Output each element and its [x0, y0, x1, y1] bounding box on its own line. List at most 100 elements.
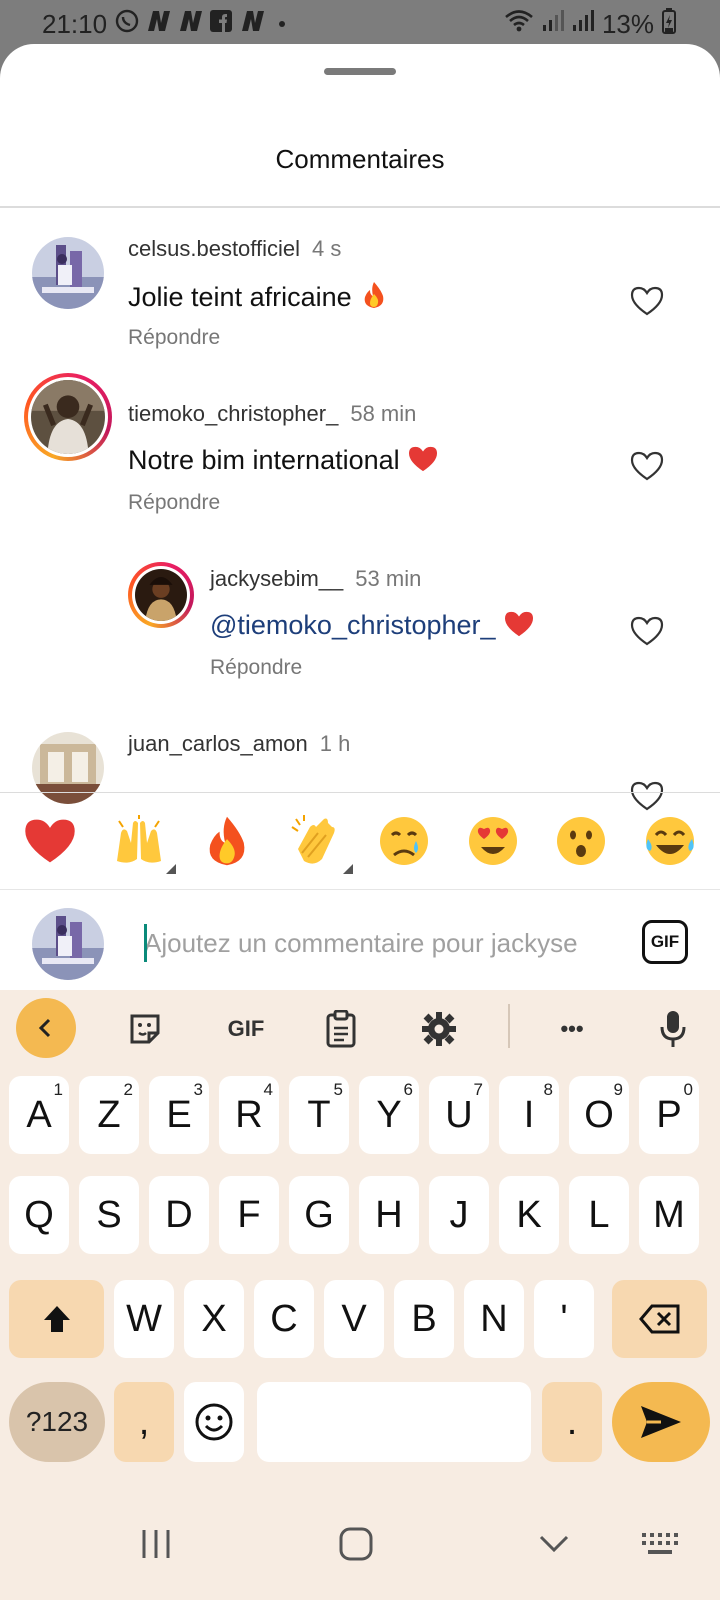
- key-c[interactable]: C: [254, 1280, 314, 1358]
- n-app-icon: [239, 9, 265, 40]
- key-s[interactable]: S: [79, 1176, 139, 1254]
- key-k[interactable]: K: [499, 1176, 559, 1254]
- comment-username[interactable]: celsus.bestofficiel: [128, 236, 300, 261]
- status-bar: 21:10 13%: [0, 0, 720, 48]
- drag-handle[interactable]: [324, 68, 396, 75]
- key-hint: 9: [613, 1080, 623, 1099]
- key-o[interactable]: O9: [569, 1076, 629, 1154]
- red-heart-emoji: [407, 445, 439, 475]
- battery-icon: [662, 7, 676, 41]
- comma-key[interactable]: ,: [114, 1382, 174, 1462]
- comment-time: 1 h: [319, 731, 351, 756]
- key-hint: 6: [403, 1080, 413, 1099]
- avatar[interactable]: [135, 569, 187, 621]
- key-h[interactable]: H: [359, 1176, 419, 1254]
- key-label: U: [445, 1093, 473, 1136]
- like-heart-icon[interactable]: [630, 616, 664, 646]
- key-l[interactable]: L: [569, 1176, 629, 1254]
- comment-text: @tiemoko_christopher_: [210, 610, 535, 641]
- comment-header: celsus.bestofficiel 4 s: [128, 236, 341, 262]
- key-e[interactable]: E3: [149, 1076, 209, 1154]
- comment-username[interactable]: juan_carlos_amon: [128, 731, 308, 756]
- reply-button[interactable]: Répondre: [128, 491, 220, 515]
- n-app-icon: [177, 9, 203, 40]
- key-a[interactable]: A1: [9, 1076, 69, 1154]
- skin-tone-indicator: [165, 864, 176, 874]
- symbols-key[interactable]: ?123: [9, 1382, 105, 1462]
- clapping-hands-emoji-button[interactable]: [285, 810, 353, 874]
- avatar[interactable]: [31, 380, 105, 454]
- key-v[interactable]: V: [324, 1280, 384, 1358]
- backspace-key[interactable]: [612, 1280, 707, 1358]
- key-y[interactable]: Y6: [359, 1076, 419, 1154]
- comment-body: Jolie teint africaine: [128, 282, 352, 312]
- key-label: A: [26, 1093, 52, 1136]
- emoji-key[interactable]: [184, 1382, 244, 1462]
- key-r[interactable]: R4: [219, 1076, 279, 1154]
- key-p[interactable]: P0: [639, 1076, 699, 1154]
- chevron-left-icon[interactable]: [16, 998, 76, 1058]
- key-m[interactable]: M: [639, 1176, 699, 1254]
- facebook-icon: [209, 9, 233, 40]
- key-hint: 0: [683, 1080, 693, 1099]
- clipboard-icon[interactable]: [316, 1004, 366, 1054]
- crying-face-emoji-button[interactable]: [373, 810, 435, 872]
- send-key[interactable]: [612, 1382, 710, 1462]
- key-g[interactable]: G: [289, 1176, 349, 1254]
- like-heart-icon[interactable]: [630, 451, 664, 481]
- raising-hands-emoji-button[interactable]: [108, 810, 176, 874]
- reply-comment-item: jackysebim__ 53 min @tiemoko_christopher_…: [0, 538, 720, 703]
- toolbar-separator: [508, 1004, 510, 1048]
- key-hint: 4: [263, 1080, 273, 1099]
- avatar-story-ring[interactable]: [24, 373, 112, 461]
- key-w[interactable]: W: [114, 1280, 174, 1358]
- gif-keyboard-button[interactable]: GIF: [216, 1004, 276, 1054]
- comment-list[interactable]: celsus.bestofficiel 4 s Jolie teint afric…: [0, 208, 720, 835]
- sticker-icon[interactable]: [120, 1004, 170, 1054]
- tears-of-joy-emoji-button[interactable]: [639, 810, 701, 872]
- more-options-icon[interactable]: •••: [547, 1004, 597, 1054]
- hide-keyboard-chevron-icon[interactable]: [524, 1520, 584, 1568]
- key-t[interactable]: T5: [289, 1076, 349, 1154]
- comment-username[interactable]: jackysebim__: [210, 566, 343, 591]
- comment-time: 58 min: [350, 401, 417, 426]
- key-i[interactable]: I8: [499, 1076, 559, 1154]
- comment-time: 4 s: [312, 236, 342, 261]
- key-u[interactable]: U7: [429, 1076, 489, 1154]
- space-key[interactable]: [257, 1382, 531, 1462]
- like-heart-icon[interactable]: [630, 286, 664, 316]
- mention-link[interactable]: @tiemoko_christopher_: [210, 610, 496, 640]
- surprised-face-emoji-button[interactable]: [550, 810, 612, 872]
- status-left: 21:10: [42, 8, 286, 40]
- home-icon[interactable]: [326, 1520, 386, 1568]
- key-f[interactable]: F: [219, 1176, 279, 1254]
- key-d[interactable]: D: [149, 1176, 209, 1254]
- red-heart-emoji-button[interactable]: [19, 810, 81, 872]
- comment-input[interactable]: [144, 916, 614, 970]
- gif-button[interactable]: GIF: [642, 920, 688, 964]
- fire-emoji-button[interactable]: [196, 810, 258, 872]
- microphone-icon[interactable]: [648, 1004, 698, 1054]
- settings-gear-icon[interactable]: [414, 1004, 464, 1054]
- key-n[interactable]: N: [464, 1280, 524, 1358]
- status-time: 21:10: [42, 8, 108, 39]
- key-z[interactable]: Z2: [79, 1076, 139, 1154]
- avatar[interactable]: [32, 237, 104, 309]
- comment-username[interactable]: tiemoko_christopher_: [128, 401, 338, 426]
- reply-button[interactable]: Répondre: [210, 656, 302, 680]
- heart-eyes-emoji-button[interactable]: [462, 810, 524, 872]
- key-q[interactable]: Q: [9, 1176, 69, 1254]
- recent-apps-icon[interactable]: [126, 1520, 186, 1568]
- reply-button[interactable]: Répondre: [128, 326, 220, 350]
- key-x[interactable]: X: [184, 1280, 244, 1358]
- text-cursor: [144, 924, 147, 962]
- key-j[interactable]: J: [429, 1176, 489, 1254]
- shift-key[interactable]: [9, 1280, 104, 1358]
- keyboard-switch-icon[interactable]: [630, 1520, 690, 1568]
- key-apostrophe[interactable]: ': [534, 1280, 594, 1358]
- comment-composer: GIF: [0, 890, 720, 990]
- period-key[interactable]: .: [542, 1382, 602, 1462]
- key-b[interactable]: B: [394, 1280, 454, 1358]
- avatar-story-ring[interactable]: [128, 562, 194, 628]
- sheet-title: Commentaires: [275, 144, 445, 174]
